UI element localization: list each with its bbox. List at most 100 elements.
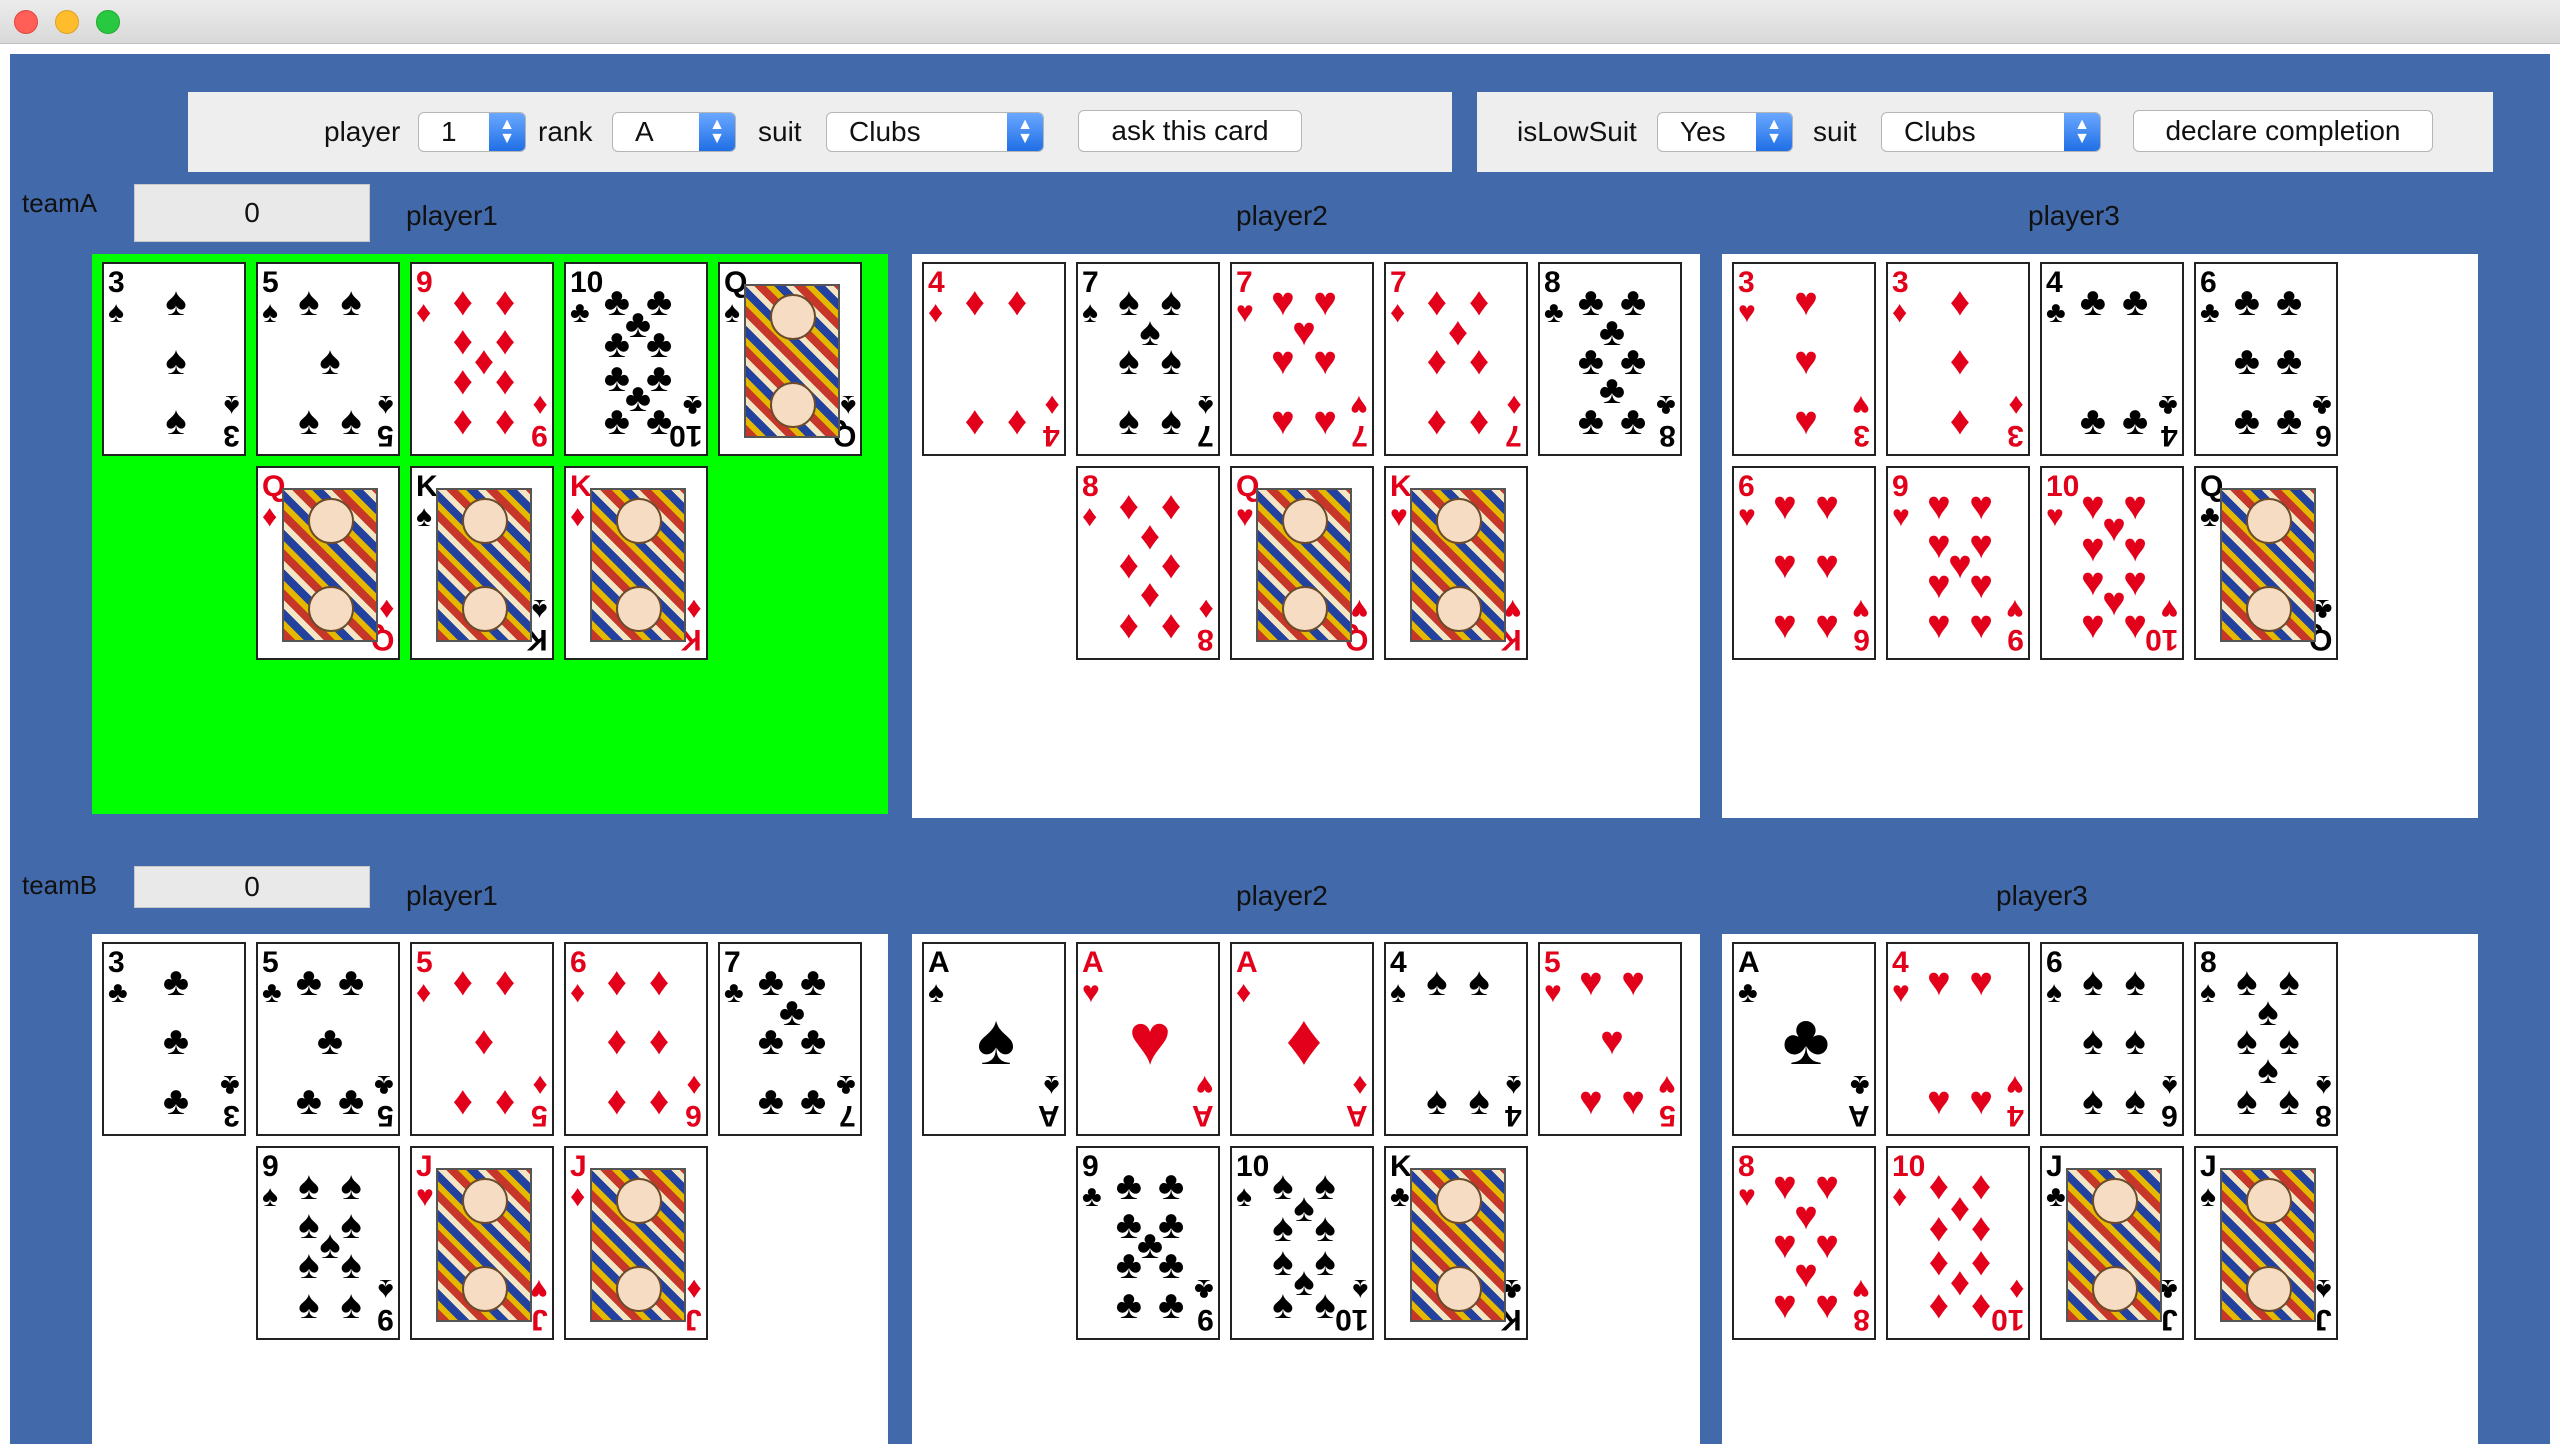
card-rank-corner: 3 ♦ xyxy=(1892,266,1909,329)
spade-icon: ♠ xyxy=(1468,959,1490,1004)
playing-card-8-of-hearts[interactable]: 8 ♥ 8 ♥ ♥ ♥ ♥ ♥ ♥ ♥ ♥ ♥ xyxy=(1732,1146,1876,1340)
card-rank-corner: 8 ♠ xyxy=(2315,1069,2332,1132)
spade-icon: ♠ xyxy=(2124,1078,2146,1123)
team-b-player3-label: player3 xyxy=(1996,880,2088,911)
playing-card-a-of-hearts[interactable]: A ♥ A ♥ ♥ xyxy=(1076,942,1220,1136)
heart-icon: ♥ xyxy=(1794,339,1818,383)
club-icon: ♣ xyxy=(337,959,365,1004)
card-rank-corner: A ♦ xyxy=(1236,946,1258,1009)
playing-card-j-of-diamonds[interactable]: J ♦ J ♦ xyxy=(564,1146,708,1340)
playing-card-7-of-clubs[interactable]: 7 ♣ 7 ♣ ♣ ♣ ♣ ♣ ♣ ♣ ♣ xyxy=(718,942,862,1136)
chevron-updown-icon: ▲ ▼ xyxy=(1007,113,1043,151)
playing-card-10-of-clubs[interactable]: 10 ♣ 10 ♣ ♣ ♣ ♣ ♣ ♣ ♣ ♣ ♣ ♣ ♣ xyxy=(564,262,708,456)
playing-card-a-of-clubs[interactable]: A ♣ A ♣ ♣ xyxy=(1732,942,1876,1136)
playing-card-7-of-spades[interactable]: 7 ♠ 7 ♠ ♠ ♠ ♠ ♠ ♠ ♠ ♠ xyxy=(1076,262,1220,456)
ask-card-bar: player 1 ▲ ▼ rank A ▲ ▼ suit Clubs ▲ ▼ ask … xyxy=(188,92,1452,172)
playing-card-7-of-hearts[interactable]: 7 ♥ 7 ♥ ♥ ♥ ♥ ♥ ♥ ♥ ♥ xyxy=(1230,262,1374,456)
close-window-button[interactable] xyxy=(14,10,38,34)
playing-card-6-of-spades[interactable]: 6 ♠ 6 ♠ ♠ ♠ ♠ ♠ ♠ ♠ xyxy=(2040,942,2184,1136)
rank-select[interactable]: A ▲ ▼ xyxy=(612,112,736,152)
team-a-score: 0 xyxy=(134,184,370,242)
playing-card-9-of-spades[interactable]: 9 ♠ 9 ♠ ♠ ♠ ♠ ♠ ♠ ♠ ♠ ♠ ♠ xyxy=(256,1146,400,1340)
playing-card-5-of-spades[interactable]: 5 ♠ 5 ♠ ♠ ♠ ♠ ♠ ♠ xyxy=(256,262,400,456)
playing-card-j-of-clubs[interactable]: J ♣ J ♣ xyxy=(2040,1146,2184,1340)
playing-card-3-of-hearts[interactable]: 3 ♥ 3 ♥ ♥ ♥ ♥ xyxy=(1732,262,1876,456)
playing-card-a-of-diamonds[interactable]: A ♦ A ♦ ♦ xyxy=(1230,942,1374,1136)
playing-card-q-of-spades[interactable]: Q ♠ Q ♠ xyxy=(718,262,862,456)
playing-card-4-of-spades[interactable]: 4 ♠ 4 ♠ ♠ ♠ ♠ ♠ xyxy=(1384,942,1528,1136)
club-icon: ♣ xyxy=(162,959,190,1004)
card-rank-corner: 8 ♦ xyxy=(1082,470,1099,533)
playing-card-8-of-clubs[interactable]: 8 ♣ 8 ♣ ♣ ♣ ♣ ♣ ♣ ♣ ♣ ♣ xyxy=(1538,262,1682,456)
playing-card-10-of-diamonds[interactable]: 10 ♦ 10 ♦ ♦ ♦ ♦ ♦ ♦ ♦ ♦ ♦ ♦ ♦ xyxy=(1886,1146,2030,1340)
club-icon: ♣ xyxy=(2121,279,2149,324)
zoom-window-button[interactable] xyxy=(96,10,120,34)
playing-card-j-of-spades[interactable]: J ♠ J ♠ xyxy=(2194,1146,2338,1340)
diamond-icon: ♦ xyxy=(494,398,516,443)
diamond-icon: ♦ xyxy=(1006,398,1028,443)
playing-card-k-of-clubs[interactable]: K ♣ K ♣ xyxy=(1384,1146,1528,1340)
playing-card-5-of-diamonds[interactable]: 5 ♦ 5 ♦ ♦ ♦ ♦ ♦ ♦ xyxy=(410,942,554,1136)
playing-card-8-of-diamonds[interactable]: 8 ♦ 8 ♦ ♦ ♦ ♦ ♦ ♦ ♦ ♦ ♦ xyxy=(1076,466,1220,660)
card-rank-corner: 3 ♣ xyxy=(220,1069,240,1132)
card-rank-corner: 6 ♠ xyxy=(2046,946,2063,1009)
heart-icon: ♥ xyxy=(1773,1282,1797,1327)
diamond-icon: ♦ xyxy=(1285,1000,1323,1080)
spade-icon: ♠ xyxy=(340,398,362,443)
chevron-updown-icon: ▲ ▼ xyxy=(2064,113,2100,151)
ask-card-button[interactable]: ask this card xyxy=(1078,110,1302,152)
heart-icon: ♥ xyxy=(2123,602,2147,647)
spade-icon: ♠ xyxy=(340,1243,362,1288)
declare-completion-button[interactable]: declare completion xyxy=(2133,110,2433,152)
card-rank-corner: 7 ♠ xyxy=(1197,389,1214,452)
playing-card-3-of-clubs[interactable]: 3 ♣ 3 ♣ ♣ ♣ ♣ xyxy=(102,942,246,1136)
playing-card-3-of-diamonds[interactable]: 3 ♦ 3 ♦ ♦ ♦ ♦ xyxy=(1886,262,2030,456)
minimize-window-button[interactable] xyxy=(55,10,79,34)
playing-card-5-of-hearts[interactable]: 5 ♥ 5 ♥ ♥ ♥ ♥ ♥ ♥ xyxy=(1538,942,1682,1136)
playing-card-4-of-clubs[interactable]: 4 ♣ 4 ♣ ♣ ♣ ♣ ♣ xyxy=(2040,262,2184,456)
playing-card-q-of-diamonds[interactable]: Q ♦ Q ♦ xyxy=(256,466,400,660)
playing-card-q-of-hearts[interactable]: Q ♥ Q ♥ xyxy=(1230,466,1374,660)
playing-card-6-of-clubs[interactable]: 6 ♣ 6 ♣ ♣ ♣ ♣ ♣ ♣ ♣ xyxy=(2194,262,2338,456)
card-rank-corner: 4 ♥ xyxy=(1892,946,1910,1009)
player-select[interactable]: 1 ▲ ▼ xyxy=(418,112,526,152)
card-rank-corner: 5 ♥ xyxy=(1544,946,1562,1009)
playing-card-3-of-spades[interactable]: 3 ♠ 3 ♠ ♠ ♠ ♠ xyxy=(102,262,246,456)
playing-card-j-of-hearts[interactable]: J ♥ J ♥ xyxy=(410,1146,554,1340)
team-b-player2-hand: A ♠ A ♠ ♠ A ♥ A ♥ ♥ A ♦ A ♦ ♦ 4 ♠ 4 ♠ ♠ ♠ ♠ ♠ 5 ♥ 5 ♥ ♥ ♥ ♥ ♥ ♥ 9 ♣ 9 ♣ ♣ ♣ ♣ ♣… xyxy=(912,934,1700,1444)
club-icon: ♣ xyxy=(1782,1000,1830,1080)
playing-card-6-of-diamonds[interactable]: 6 ♦ 6 ♦ ♦ ♦ ♦ ♦ ♦ ♦ xyxy=(564,942,708,1136)
playing-card-10-of-spades[interactable]: 10 ♠ 10 ♠ ♠ ♠ ♠ ♠ ♠ ♠ ♠ ♠ ♠ ♠ xyxy=(1230,1146,1374,1340)
team-a-player3-hand: 3 ♥ 3 ♥ ♥ ♥ ♥ 3 ♦ 3 ♦ ♦ ♦ ♦ 4 ♣ 4 ♣ ♣ ♣ ♣ ♣ 6 ♣ 6 ♣ ♣ ♣ ♣ ♣ ♣ ♣ 6 ♥ 6 ♥ ♥ ♥ ♥ ♥… xyxy=(1722,254,2478,818)
islowsuit-select[interactable]: Yes ▲ ▼ xyxy=(1657,112,1793,152)
playing-card-9-of-diamonds[interactable]: 9 ♦ 9 ♦ ♦ ♦ ♦ ♦ ♦ ♦ ♦ ♦ ♦ xyxy=(410,262,554,456)
playing-card-4-of-diamonds[interactable]: 4 ♦ 4 ♦ ♦ ♦ ♦ ♦ xyxy=(922,262,1066,456)
playing-card-7-of-diamonds[interactable]: 7 ♦ 7 ♦ ♦ ♦ ♦ ♦ ♦ ♦ ♦ xyxy=(1384,262,1528,456)
suit-select[interactable]: Clubs ▲ ▼ xyxy=(826,112,1044,152)
heart-icon: ♥ xyxy=(1600,1019,1624,1063)
playing-card-10-of-hearts[interactable]: 10 ♥ 10 ♥ ♥ ♥ ♥ ♥ ♥ ♥ ♥ ♥ ♥ ♥ xyxy=(2040,466,2184,660)
player-label: player xyxy=(324,116,401,147)
card-rank-corner: 3 ♥ xyxy=(1738,266,1756,329)
playing-card-k-of-hearts[interactable]: K ♥ K ♥ xyxy=(1384,466,1528,660)
diamond-icon: ♦ xyxy=(452,359,474,404)
playing-card-q-of-clubs[interactable]: Q ♣ Q ♣ xyxy=(2194,466,2338,660)
card-rank-corner: 7 ♦ xyxy=(1390,266,1407,329)
playing-card-9-of-hearts[interactable]: 9 ♥ 9 ♥ ♥ ♥ ♥ ♥ ♥ ♥ ♥ ♥ ♥ xyxy=(1886,466,2030,660)
playing-card-k-of-spades[interactable]: K ♠ K ♠ xyxy=(410,466,554,660)
suit-label: suit xyxy=(758,116,802,147)
islowsuit-label: isLowSuit xyxy=(1517,116,1637,147)
playing-card-8-of-spades[interactable]: 8 ♠ 8 ♠ ♠ ♠ ♠ ♠ ♠ ♠ ♠ ♠ xyxy=(2194,942,2338,1136)
declare-suit-select[interactable]: Clubs ▲ ▼ xyxy=(1881,112,2101,152)
playing-card-9-of-clubs[interactable]: 9 ♣ 9 ♣ ♣ ♣ ♣ ♣ ♣ ♣ ♣ ♣ ♣ xyxy=(1076,1146,1220,1340)
playing-card-k-of-diamonds[interactable]: K ♦ K ♦ xyxy=(564,466,708,660)
playing-card-6-of-hearts[interactable]: 6 ♥ 6 ♥ ♥ ♥ ♥ ♥ ♥ ♥ xyxy=(1732,466,1876,660)
team-b-player1-hand: 3 ♣ 3 ♣ ♣ ♣ ♣ 5 ♣ 5 ♣ ♣ ♣ ♣ ♣ ♣ 5 ♦ 5 ♦ ♦ ♦ ♦ ♦ ♦ 6 ♦ 6 ♦ ♦ ♦ ♦ ♦ ♦ ♦ 7 ♣ 7 ♣ ♣… xyxy=(92,934,888,1444)
card-rank-corner: J ♣ xyxy=(2046,1150,2066,1213)
club-icon: ♣ xyxy=(799,1019,827,1063)
card-rank-corner: 4 ♦ xyxy=(928,266,945,329)
playing-card-a-of-spades[interactable]: A ♠ A ♠ ♠ xyxy=(922,942,1066,1136)
playing-card-5-of-clubs[interactable]: 5 ♣ 5 ♣ ♣ ♣ ♣ ♣ ♣ xyxy=(256,942,400,1136)
playing-card-4-of-hearts[interactable]: 4 ♥ 4 ♥ ♥ ♥ ♥ ♥ xyxy=(1886,942,2030,1136)
club-icon: ♣ xyxy=(1115,1243,1142,1288)
